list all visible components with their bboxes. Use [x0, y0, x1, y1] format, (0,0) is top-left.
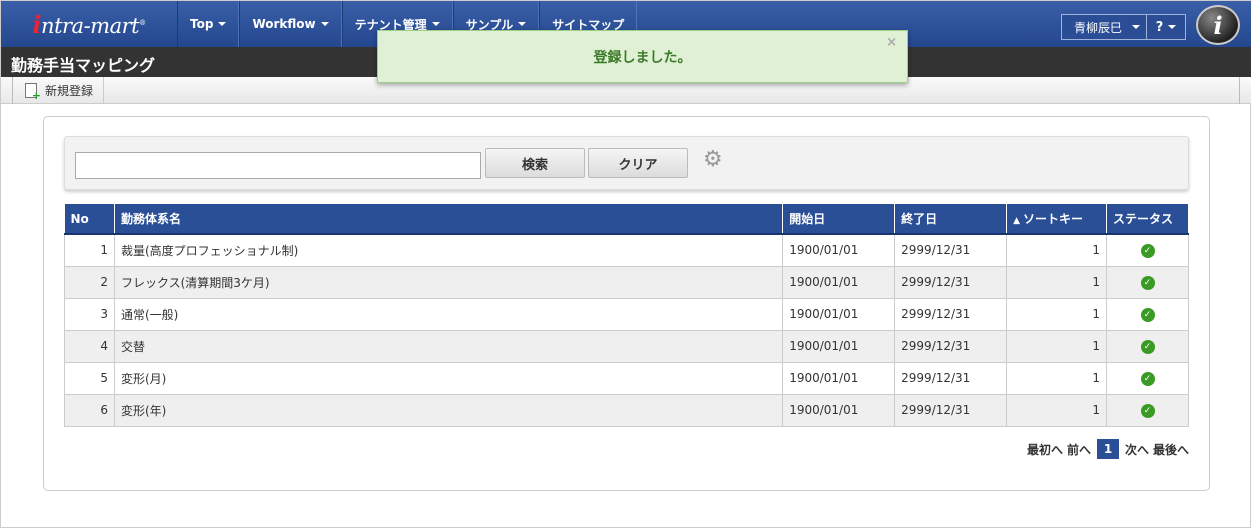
- table-row[interactable]: 3 通常(一般) 1900/01/01 2999/12/31 1 ✓: [64, 297, 1189, 331]
- cell-no: 2: [64, 265, 115, 299]
- nav-workflow[interactable]: Workflow: [239, 1, 342, 47]
- cell-end-date: 2999/12/31: [894, 297, 1008, 331]
- cell-end-date: 2999/12/31: [894, 361, 1008, 395]
- cell-status: ✓: [1106, 297, 1189, 331]
- chevron-down-icon: [218, 22, 227, 26]
- cell-name: フレックス(清算期間3ケ月): [113, 265, 784, 299]
- cell-end-date: 2999/12/31: [894, 329, 1008, 363]
- status-ok-icon: ✓: [1140, 276, 1155, 290]
- status-ok-icon: ✓: [1140, 308, 1155, 322]
- chevron-down-icon: [320, 22, 329, 26]
- cell-start-date: 1900/01/01: [782, 361, 896, 395]
- column-header-no[interactable]: No: [64, 204, 115, 235]
- cell-no: 5: [64, 361, 115, 395]
- search-button[interactable]: 検索: [485, 148, 585, 178]
- cell-status: ✓: [1106, 361, 1189, 395]
- cell-end-date: 2999/12/31: [894, 233, 1008, 267]
- chevron-down-icon: [1168, 25, 1177, 29]
- table-row[interactable]: 5 変形(月) 1900/01/01 2999/12/31 1 ✓: [64, 361, 1189, 395]
- cell-name: 通常(一般): [113, 297, 784, 331]
- cell-start-date: 1900/01/01: [782, 329, 896, 363]
- pagination: 最初へ 前へ 1 次へ 最後へ: [1027, 439, 1189, 459]
- cell-no: 3: [64, 297, 115, 331]
- chevron-down-icon: [1132, 25, 1141, 29]
- cell-name: 交替: [113, 329, 784, 363]
- toolbar-divider: [12, 77, 13, 104]
- column-header-name[interactable]: 勤務体系名: [114, 204, 784, 235]
- toast-message: 登録しました。: [593, 49, 692, 66]
- page-next-link[interactable]: 次へ: [1125, 441, 1149, 458]
- cell-start-date: 1900/01/01: [782, 297, 896, 331]
- cell-sort-key: 1: [1006, 361, 1108, 395]
- cell-sort-key: 1: [1006, 297, 1108, 331]
- page-prev-link[interactable]: 前へ: [1067, 441, 1091, 458]
- gear-icon[interactable]: ⚙: [703, 149, 725, 171]
- cell-name: 変形(月): [113, 361, 784, 395]
- sort-ascending-icon: ▲: [1013, 216, 1021, 226]
- cell-sort-key: 1: [1006, 233, 1108, 267]
- intra-mart-logo[interactable]: intra-mart®: [1, 1, 177, 47]
- new-register-button[interactable]: 新規登録: [15, 77, 105, 104]
- cell-status: ✓: [1106, 393, 1189, 427]
- table-row[interactable]: 2 フレックス(清算期間3ケ月) 1900/01/01 2999/12/31 1 ✓: [64, 265, 1189, 299]
- page-current[interactable]: 1: [1097, 439, 1120, 459]
- status-ok-icon: ✓: [1140, 372, 1155, 386]
- status-ok-icon: ✓: [1140, 244, 1155, 259]
- new-document-icon: [25, 83, 41, 102]
- im-logo-icon[interactable]: i: [1196, 5, 1240, 45]
- cell-sort-key: 1: [1006, 393, 1108, 427]
- table-header-row: No 勤務体系名 開始日 終了日 ▲ ソートキー ステータス: [64, 204, 1189, 235]
- page-last-link[interactable]: 最後へ: [1153, 441, 1189, 458]
- results-table: No 勤務体系名 開始日 終了日 ▲ ソートキー ステータス 1 裁量(高度プロフェ…: [64, 204, 1189, 427]
- cell-no: 1: [64, 233, 115, 267]
- cell-end-date: 2999/12/31: [894, 265, 1008, 299]
- cell-no: 4: [64, 329, 115, 363]
- close-icon[interactable]: ×: [886, 35, 897, 50]
- help-menu-button[interactable]: ?: [1147, 14, 1186, 40]
- cell-end-date: 2999/12/31: [894, 393, 1008, 427]
- status-ok-icon: ✓: [1140, 340, 1155, 354]
- search-input[interactable]: [75, 152, 481, 179]
- chevron-down-icon: [518, 22, 527, 26]
- cell-start-date: 1900/01/01: [782, 393, 896, 427]
- cell-sort-key: 1: [1006, 329, 1108, 363]
- table-row[interactable]: 6 変形(年) 1900/01/01 2999/12/31 1 ✓: [64, 393, 1189, 427]
- clear-button[interactable]: クリア: [588, 148, 688, 178]
- cell-no: 6: [64, 393, 115, 427]
- user-menu-button[interactable]: 青柳辰巳: [1061, 14, 1147, 40]
- cell-sort-key: 1: [1006, 265, 1108, 299]
- cell-name: 変形(年): [113, 393, 784, 427]
- cell-start-date: 1900/01/01: [782, 265, 896, 299]
- status-ok-icon: ✓: [1140, 404, 1155, 418]
- cell-status: ✓: [1106, 265, 1189, 299]
- success-toast: 登録しました。 ×: [377, 30, 908, 83]
- cell-status: ✓: [1106, 329, 1189, 363]
- table-row[interactable]: 1 裁量(高度プロフェッショナル制) 1900/01/01 2999/12/31 1 ✓: [64, 233, 1189, 267]
- cell-name: 裁量(高度プロフェッショナル制): [113, 233, 784, 267]
- column-header-status[interactable]: ステータス: [1106, 204, 1189, 235]
- nav-top[interactable]: Top: [177, 1, 240, 47]
- column-header-end[interactable]: 終了日: [894, 204, 1008, 235]
- page-first-link[interactable]: 最初へ: [1027, 441, 1063, 458]
- cell-status: ✓: [1106, 233, 1189, 267]
- column-header-start[interactable]: 開始日: [782, 204, 896, 235]
- page-title: 勤務手当マッピング: [11, 56, 156, 75]
- toolbar-divider: [1239, 77, 1240, 104]
- cell-start-date: 1900/01/01: [782, 233, 896, 267]
- column-header-sort-key[interactable]: ▲ ソートキー: [1006, 204, 1108, 235]
- table-row[interactable]: 4 交替 1900/01/01 2999/12/31 1 ✓: [64, 329, 1189, 363]
- chevron-down-icon: [431, 22, 440, 26]
